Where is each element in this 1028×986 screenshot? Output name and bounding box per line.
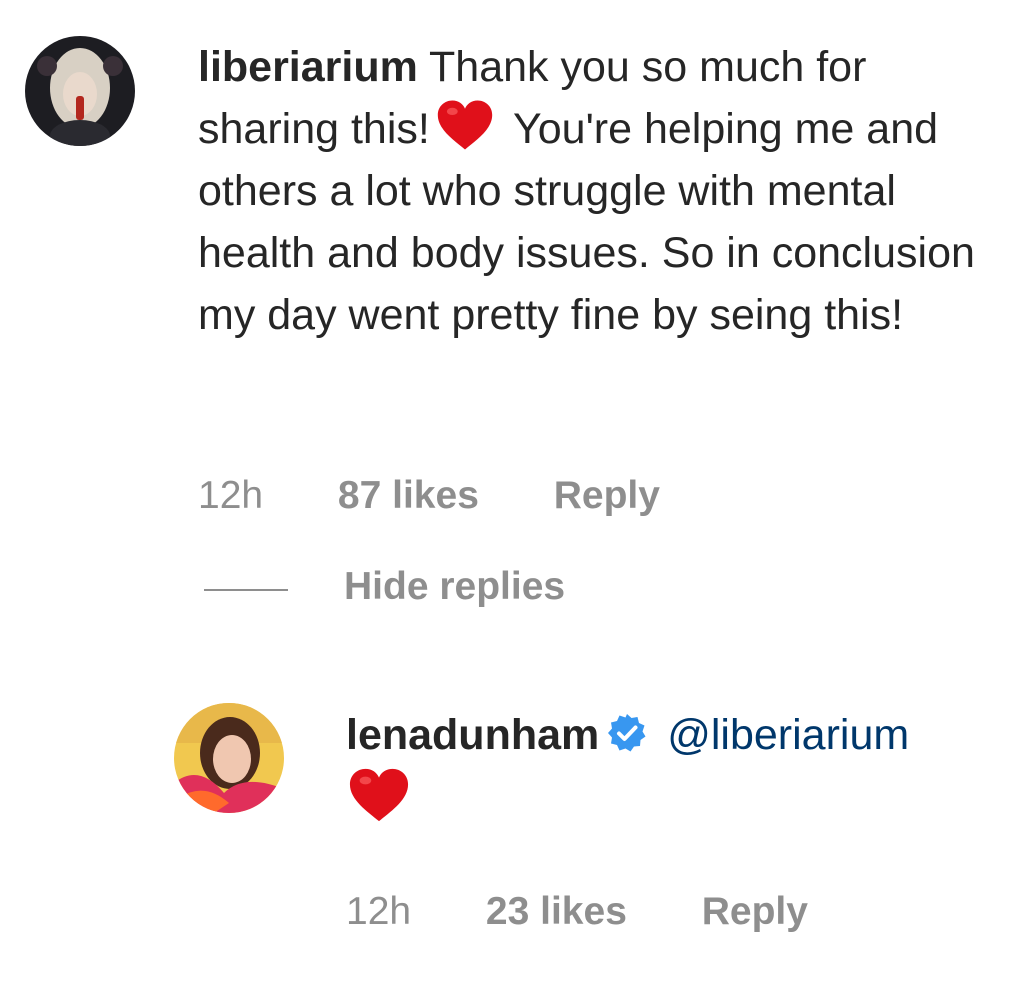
avatar-image bbox=[25, 36, 135, 146]
reply-likes-link[interactable]: 23 likes bbox=[486, 890, 627, 934]
avatar-liberiarium[interactable] bbox=[25, 36, 135, 146]
comment-text: liberiarium Thank you so much for sharin… bbox=[198, 36, 998, 346]
reply-meta: 12h 23 likes Reply bbox=[346, 890, 808, 934]
reply-timestamp: 12h bbox=[346, 890, 412, 933]
hide-replies-button[interactable]: Hide replies bbox=[344, 565, 565, 609]
avatar-lenadunham[interactable] bbox=[174, 703, 284, 813]
comment-timestamp: 12h bbox=[198, 474, 264, 517]
replies-divider bbox=[204, 589, 288, 591]
comment-username[interactable]: liberiarium bbox=[198, 43, 418, 91]
comment-likes-link[interactable]: 87 likes bbox=[338, 474, 479, 518]
reply-username[interactable]: lenadunham bbox=[346, 711, 599, 759]
reply-text: lenadunham @liberiarium bbox=[346, 704, 1006, 824]
heart-icon bbox=[348, 766, 410, 824]
verified-badge-icon bbox=[607, 713, 647, 753]
comment-meta: 12h 87 likes Reply bbox=[198, 474, 660, 518]
reply-reply-button[interactable]: Reply bbox=[702, 890, 808, 934]
avatar-image bbox=[174, 703, 284, 813]
heart-icon bbox=[436, 98, 494, 152]
reply-mention-link[interactable]: @liberiarium bbox=[667, 711, 909, 759]
comment-reply-button[interactable]: Reply bbox=[554, 474, 660, 518]
